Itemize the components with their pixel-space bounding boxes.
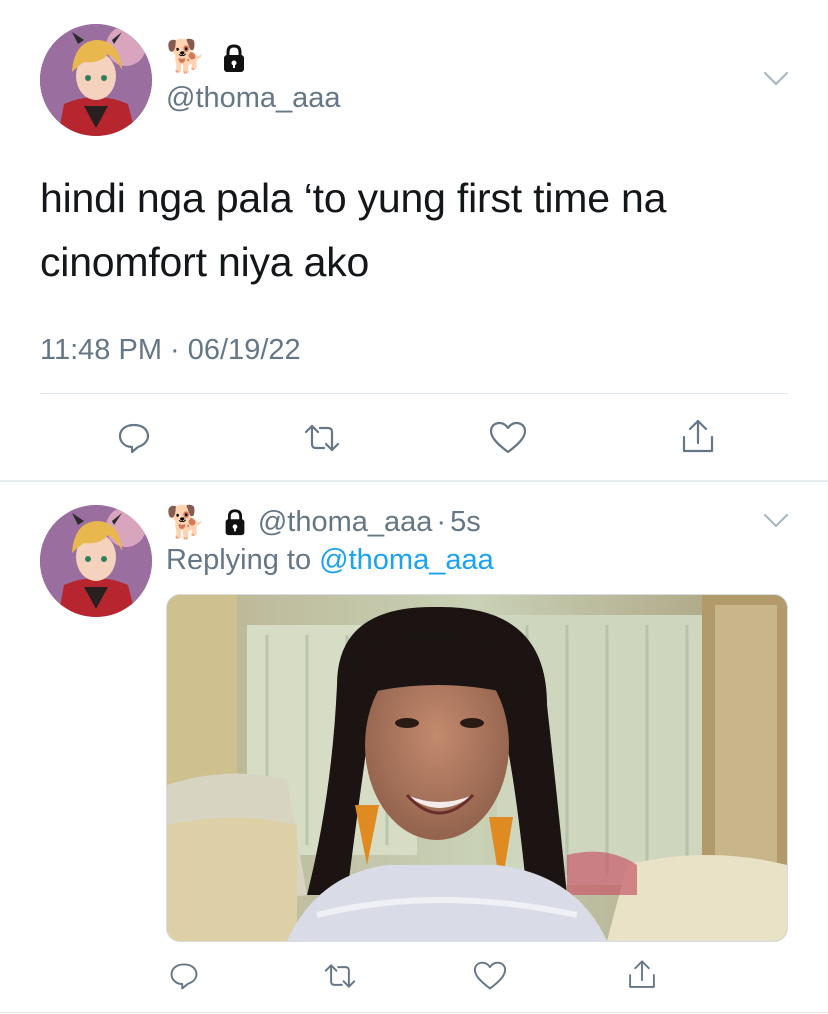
share-icon: [682, 419, 714, 453]
reply-chevron-down-icon[interactable]: [760, 506, 792, 534]
share-icon: [629, 960, 655, 988]
reply-like-button[interactable]: [466, 954, 514, 998]
retweet-icon: [324, 964, 356, 988]
replying-to-mention[interactable]: @thoma_aaa: [319, 544, 494, 576]
reply-avatar[interactable]: [40, 505, 152, 617]
reply-icon: [118, 423, 150, 454]
like-icon: [473, 961, 507, 990]
reply-user-emoji: 🐕: [166, 504, 206, 540]
reply-share-button[interactable]: [618, 952, 666, 998]
reply-header: 🐕 @thoma_aaa · 5s: [166, 502, 481, 542]
reply-separator: ·: [436, 505, 447, 538]
user-emoji: 🐕: [166, 38, 206, 74]
reply-age[interactable]: 5s: [450, 506, 481, 539]
retweet-button[interactable]: [294, 414, 350, 462]
replying-to: Replying to @thoma_aaa: [166, 544, 494, 577]
tweet-text-line-2: cinomfort niya ako: [40, 239, 370, 285]
reply-icon: [170, 963, 198, 990]
reply-handle[interactable]: @thoma_aaa: [258, 506, 433, 539]
reply-retweet-button[interactable]: [316, 954, 364, 998]
reply-button[interactable]: [108, 414, 160, 462]
divider: [40, 393, 788, 394]
reply-media-image[interactable]: [166, 594, 788, 942]
tweet-text: hindi nga pala ‘to yung first time na ci…: [40, 166, 800, 294]
like-icon: [489, 421, 527, 454]
tweet-timestamp[interactable]: 11:48 PM · 06/19/22: [40, 334, 301, 367]
section-divider: [0, 480, 828, 482]
tweet-text-line-1: hindi nga pala ‘to yung first time na: [40, 175, 667, 221]
video-frame-image: [167, 595, 787, 941]
like-button[interactable]: [480, 414, 536, 462]
bottom-divider: [0, 1012, 828, 1013]
share-button[interactable]: [670, 412, 726, 462]
user-handle[interactable]: @thoma_aaa: [166, 82, 341, 115]
chevron-down-icon[interactable]: [760, 64, 792, 92]
avatar[interactable]: [40, 24, 152, 136]
reply-reply-button[interactable]: [162, 954, 206, 998]
lock-icon: [218, 42, 250, 74]
lock-icon: [220, 507, 250, 537]
reply-avatar-image: [40, 505, 152, 617]
avatar-image: [40, 24, 152, 136]
retweet-icon: [304, 424, 340, 452]
replying-to-prefix: Replying to: [166, 544, 312, 576]
